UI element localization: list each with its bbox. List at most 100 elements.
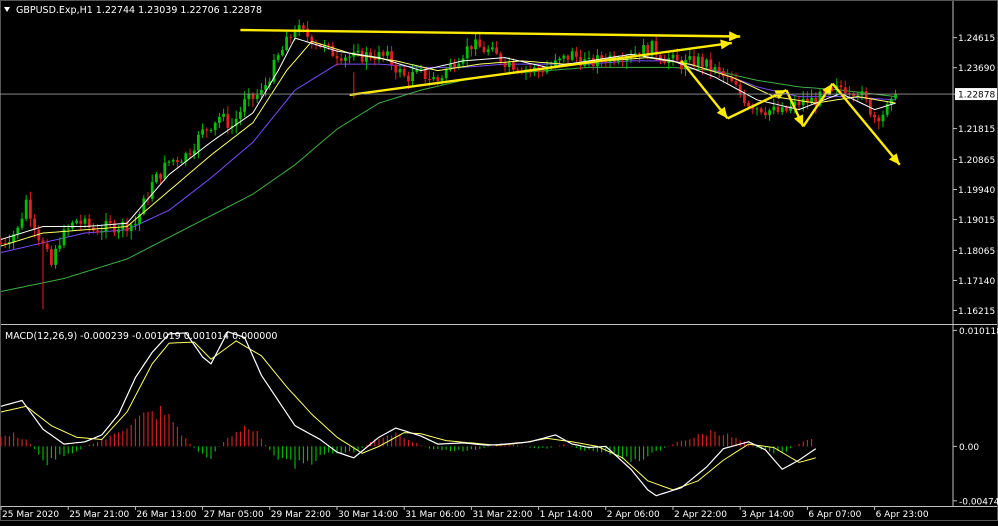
bull-candle xyxy=(66,228,70,230)
bear-candle xyxy=(335,55,339,59)
bear-candle xyxy=(407,75,410,82)
bull-candle xyxy=(688,56,692,60)
time-tick-label: 2 Apr 06:00 xyxy=(607,510,660,520)
bull-candle xyxy=(83,218,87,224)
bull-candle xyxy=(474,39,477,50)
bull-candle xyxy=(780,107,784,113)
bear-candle xyxy=(734,81,738,85)
bear-candle xyxy=(339,58,343,61)
bull-candle xyxy=(201,129,204,135)
bear-candle xyxy=(453,63,456,68)
bull-candle xyxy=(890,98,893,104)
bull-candle xyxy=(239,111,242,119)
bull-candle xyxy=(243,99,246,112)
bull-candle xyxy=(411,72,414,82)
bull-candle xyxy=(129,224,133,232)
bull-candle xyxy=(276,55,280,60)
bear-candle xyxy=(701,56,704,67)
bull-candle xyxy=(570,51,574,60)
bull-candle xyxy=(285,36,288,50)
bull-candle xyxy=(255,95,259,100)
bull-candle xyxy=(755,108,759,110)
bull-candle xyxy=(71,222,74,229)
bear-candle xyxy=(436,77,440,81)
price-tick-label: 1.23690 xyxy=(958,64,995,74)
time-tick-label: 6 Apr 07:00 xyxy=(808,510,861,520)
price-tick-label: 1.21815 xyxy=(958,125,995,135)
bear-candle xyxy=(709,59,713,71)
macd-tick-label: 0.010118 xyxy=(959,327,998,337)
macd-tick-label: 0.00 xyxy=(959,443,979,453)
time-tick-label: 25 Mar 2020 xyxy=(2,510,59,520)
bear-candle xyxy=(381,52,385,56)
bull-candle xyxy=(768,110,771,116)
bear-candle xyxy=(873,114,876,118)
bull-candle xyxy=(713,67,717,71)
bull-candle xyxy=(16,227,20,235)
bull-candle xyxy=(104,220,108,232)
bull-candle xyxy=(772,106,776,111)
time-tick-label: 31 Mar 06:00 xyxy=(405,510,465,520)
bear-candle xyxy=(428,78,431,80)
bear-candle xyxy=(3,242,7,244)
bear-candle xyxy=(482,46,486,53)
bull-candle xyxy=(491,47,494,50)
bear-candle xyxy=(50,249,53,265)
bull-candle xyxy=(281,49,284,56)
bear-candle xyxy=(877,117,881,122)
bear-candle xyxy=(478,39,482,47)
bear-candle xyxy=(831,89,834,91)
bear-candle xyxy=(516,69,519,71)
bear-candle xyxy=(394,64,398,73)
bull-candle xyxy=(58,245,62,249)
bear-candle xyxy=(776,106,780,113)
bear-candle xyxy=(251,93,255,100)
bull-candle xyxy=(894,94,897,99)
bull-candle xyxy=(558,58,561,61)
bull-candle xyxy=(197,134,200,151)
chart-canvas[interactable]: 1.24615 1.23690 1.22878 1.21815 1.20865 1.199… xyxy=(0,0,998,521)
bull-candle xyxy=(486,49,490,53)
bull-candle xyxy=(209,129,213,131)
time-tick-label: 25 Mar 21:00 xyxy=(69,510,129,520)
bear-candle xyxy=(764,112,767,116)
time-tick-label: 6 Apr 23:00 xyxy=(876,510,929,520)
bull-candle xyxy=(344,57,347,61)
price-tick-label: 1.18065 xyxy=(958,247,995,257)
bull-candle xyxy=(180,161,183,163)
bull-candle xyxy=(419,68,423,70)
bull-candle xyxy=(562,55,566,59)
bear-candle xyxy=(541,71,545,73)
bear-candle xyxy=(738,84,742,94)
bull-candle xyxy=(222,113,225,117)
bear-candle xyxy=(675,54,679,61)
bull-candle xyxy=(398,68,402,73)
bull-candle xyxy=(134,223,137,225)
bear-candle xyxy=(814,97,818,106)
price-tick-label: 1.24615 xyxy=(958,34,995,44)
bear-candle xyxy=(722,71,725,77)
bull-candle xyxy=(801,98,805,106)
time-tick-label: 27 Mar 05:00 xyxy=(204,510,264,520)
bear-candle xyxy=(188,153,192,155)
bear-candle xyxy=(96,230,99,233)
bear-candle xyxy=(108,220,112,224)
price-tick-label: 1.20865 xyxy=(958,156,995,166)
trading-chart-window[interactable]: 1.24615 1.23690 1.22878 1.21815 1.20865 1.199… xyxy=(0,0,998,521)
bull-candle xyxy=(386,51,389,56)
bull-candle xyxy=(881,114,885,122)
bull-candle xyxy=(167,161,171,163)
price-tick-label: 1.19940 xyxy=(958,186,995,196)
bear-candle xyxy=(759,108,763,113)
price-tick-label: 1.17140 xyxy=(958,277,995,287)
bear-candle xyxy=(327,44,330,46)
bull-candle xyxy=(54,248,57,265)
bear-candle xyxy=(159,174,162,179)
bear-candle xyxy=(79,220,83,224)
bear-candle xyxy=(390,51,393,65)
bear-candle xyxy=(205,129,209,131)
bull-candle xyxy=(507,62,511,67)
bull-candle xyxy=(75,220,78,223)
bull-candle xyxy=(444,69,448,79)
bear-candle xyxy=(575,51,578,57)
